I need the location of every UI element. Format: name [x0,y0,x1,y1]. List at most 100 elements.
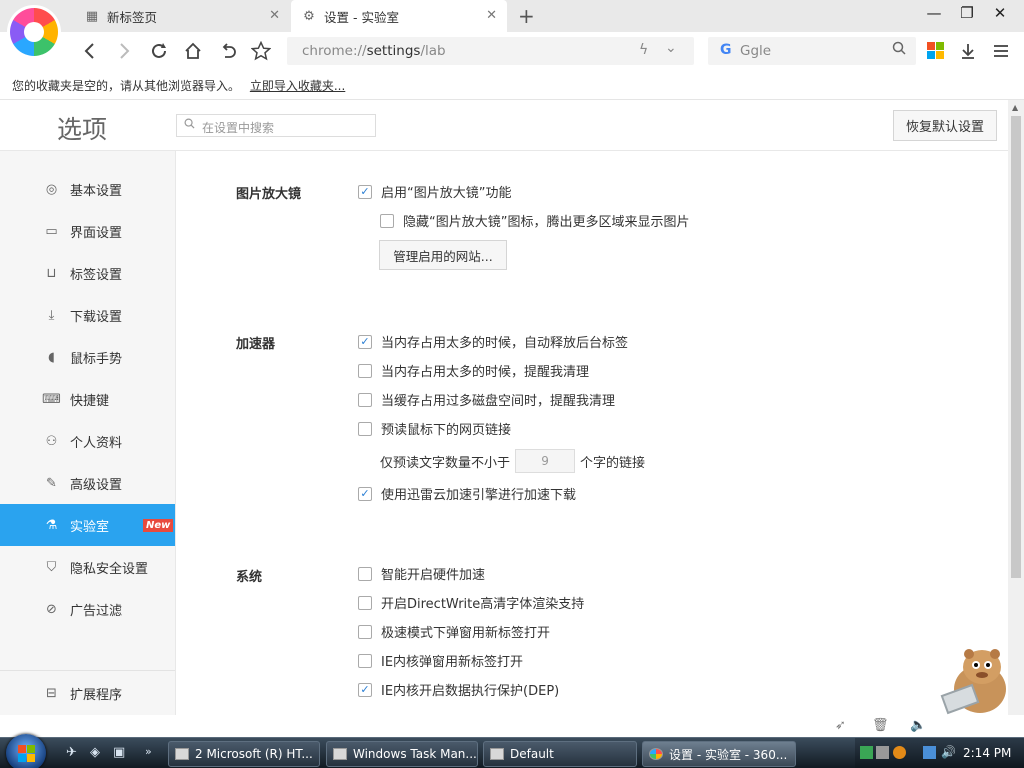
option-hide-magnifier-icon[interactable]: 隐藏“图片放大镜”图标，腾出更多区域来显示图片 [380,211,689,230]
volume-icon[interactable]: 🔊 [941,745,956,759]
checkbox[interactable] [380,213,394,228]
checkbox[interactable]: ✓ [358,486,372,501]
more-icon[interactable]: » [145,745,152,758]
restore-button[interactable]: ❐ [952,4,982,22]
option-label: 当内存占用太多的时候，自动释放后台标签 [381,336,629,351]
chevron-down-icon[interactable]: ⌄ [665,40,677,56]
taskbar-item-label: Windows Task Man... [353,747,477,761]
person-icon: ⚇ [45,434,58,449]
reset-defaults-button[interactable]: 恢复默认设置 [893,110,997,141]
sidebar-item-label: 界面设置 [70,225,123,241]
sidebar-item-basic[interactable]: ◎ 基本设置 [0,168,175,210]
tray-app-icon[interactable] [893,746,906,759]
bookmark-empty-message: 您的收藏夹是空的，请从其他浏览器导入。 [12,79,241,93]
flask-icon: ⚗ [45,518,58,533]
checkbox[interactable] [358,624,372,639]
checkbox[interactable] [358,363,372,378]
back-button[interactable] [77,38,103,64]
sidebar-item-label: 快捷键 [70,393,110,409]
sidebar-item-privacy[interactable]: ⛉ 隐私安全设置 [0,546,175,588]
taskbar-item-label: Default [510,747,554,761]
settings-search-input[interactable]: 在设置中搜索 [176,114,376,137]
desktop-icon[interactable]: ▣ [113,745,125,760]
tray-app-icon[interactable] [860,746,873,759]
trash-icon[interactable]: 🗑 [872,718,889,733]
taskbar-item-browser[interactable]: 设置 - 实验室 - 360... [642,741,796,767]
vertical-scrollbar[interactable]: ▲ [1008,100,1024,715]
manage-sites-button[interactable]: 管理启用的网站... [379,240,507,270]
checkbox[interactable] [358,653,372,668]
start-button[interactable] [6,734,46,768]
taskbar-item-task-manager[interactable]: Windows Task Man... [326,741,478,767]
undo-close-tab-button[interactable] [215,38,241,64]
tab-settings-lab[interactable]: ⚙ 设置 - 实验室 ✕ [291,0,507,32]
option-preread-links[interactable]: 预读鼠标下的网页链接 [358,419,511,438]
checkbox[interactable]: ✓ [358,682,372,697]
search-box[interactable]: G Ggle [708,37,916,65]
sidebar-item-lab[interactable]: ⚗ 实验室 New [0,504,175,546]
sidebar-item-shortcuts[interactable]: ⌨ 快捷键 [0,378,175,420]
taskbar-item-hta[interactable]: 2 Microsoft (R) HT... [168,741,320,767]
option-auto-release-tabs[interactable]: ✓ 当内存占用太多的时候，自动释放后台标签 [358,332,628,351]
windows-logo-icon [17,744,35,762]
sidebar-item-profile[interactable]: ⚇ 个人资料 [0,420,175,462]
sidebar-item-adblock[interactable]: ⊘ 广告过滤 [0,588,175,630]
apps-icon[interactable] [927,42,944,59]
checkbox[interactable]: ✓ [358,184,372,199]
scroll-up-icon[interactable]: ▲ [1012,103,1018,112]
option-cache-remind[interactable]: 当缓存占用过多磁盘空间时，提醒我清理 [358,390,615,409]
taskbar-item-default[interactable]: Default [483,741,637,767]
option-hardware-acceleration[interactable]: 智能开启硬件加速 [358,564,485,583]
tab-new-tab[interactable]: ▦ 新标签页 ✕ [74,0,290,32]
menu-button[interactable] [988,38,1014,64]
browser-logo-icon[interactable] [10,8,58,56]
download-button[interactable] [955,38,981,64]
tab-close-icon[interactable]: ✕ [486,8,497,23]
sidebar-item-label: 实验室 [70,519,110,535]
search-icon[interactable] [892,41,906,59]
reload-button[interactable] [146,38,172,64]
close-window-button[interactable]: ✕ [985,4,1015,22]
sidebar-item-extensions[interactable]: ⊟ 扩展程序 [0,672,175,714]
rocket-icon[interactable]: ➶ [835,718,846,733]
tab-close-icon[interactable]: ✕ [269,8,280,23]
tray-app-icon[interactable] [876,746,889,759]
hamster-mascot-icon[interactable] [925,637,1021,717]
checkbox[interactable] [358,566,372,581]
new-tab-button[interactable]: + [518,4,535,28]
preread-length-input[interactable]: 9 [515,449,576,473]
option-directwrite[interactable]: 开启DirectWrite高清字体渲染支持 [358,593,584,612]
import-bookmarks-link[interactable]: 立即导入收藏夹... [250,79,345,93]
option-xunlei-accelerate[interactable]: ✓ 使用迅雷云加速引擎进行加速下载 [358,484,576,503]
speaker-icon[interactable]: 🔈 [910,718,926,733]
lightning-icon[interactable]: ϟ [639,42,648,58]
clock[interactable]: 2:14 PM [963,746,1011,760]
sidebar-item-advanced[interactable]: ✎ 高级设置 [0,462,175,504]
scrollbar-thumb[interactable] [1011,116,1021,578]
browser-quicklaunch-icon[interactable]: ◈ [90,745,100,760]
minimize-button[interactable]: — [919,4,949,22]
bookmark-star-button[interactable] [248,38,274,64]
checkbox[interactable] [358,421,372,436]
option-memory-remind[interactable]: 当内存占用太多的时候，提醒我清理 [358,361,589,380]
checkbox[interactable] [358,595,372,610]
checkbox[interactable]: ✓ [358,334,372,349]
sidebar-item-download[interactable]: ⤓ 下载设置 [0,294,175,336]
preread-prefix-label: 仅预读文字数量不小于 [380,455,511,471]
option-ie-dep[interactable]: ✓ IE内核开启数据执行保护(DEP) [358,680,559,699]
sidebar-item-mouse-gestures[interactable]: ◖ 鼠标手势 [0,336,175,378]
option-enable-magnifier[interactable]: ✓ 启用“图片放大镜”功能 [358,182,511,201]
option-popup-new-tab[interactable]: 极速模式下弹窗用新标签打开 [358,622,550,641]
forward-button[interactable] [111,38,137,64]
checkbox[interactable] [358,392,372,407]
browser-icon [649,748,663,760]
quicklaunch-icon[interactable]: ✈ [66,745,77,760]
shield-icon: ⛉ [46,560,57,575]
network-icon[interactable] [923,746,936,759]
sidebar-item-tabs[interactable]: ⊔ 标签设置 [0,252,175,294]
address-bar[interactable]: chrome://settings/lab ϟ ⌄ [287,37,694,65]
sidebar-item-interface[interactable]: ▭ 界面设置 [0,210,175,252]
sidebar-item-label: 基本设置 [70,183,123,199]
option-ie-popup-new-tab[interactable]: IE内核弹窗用新标签打开 [358,651,523,670]
home-button[interactable] [180,38,206,64]
